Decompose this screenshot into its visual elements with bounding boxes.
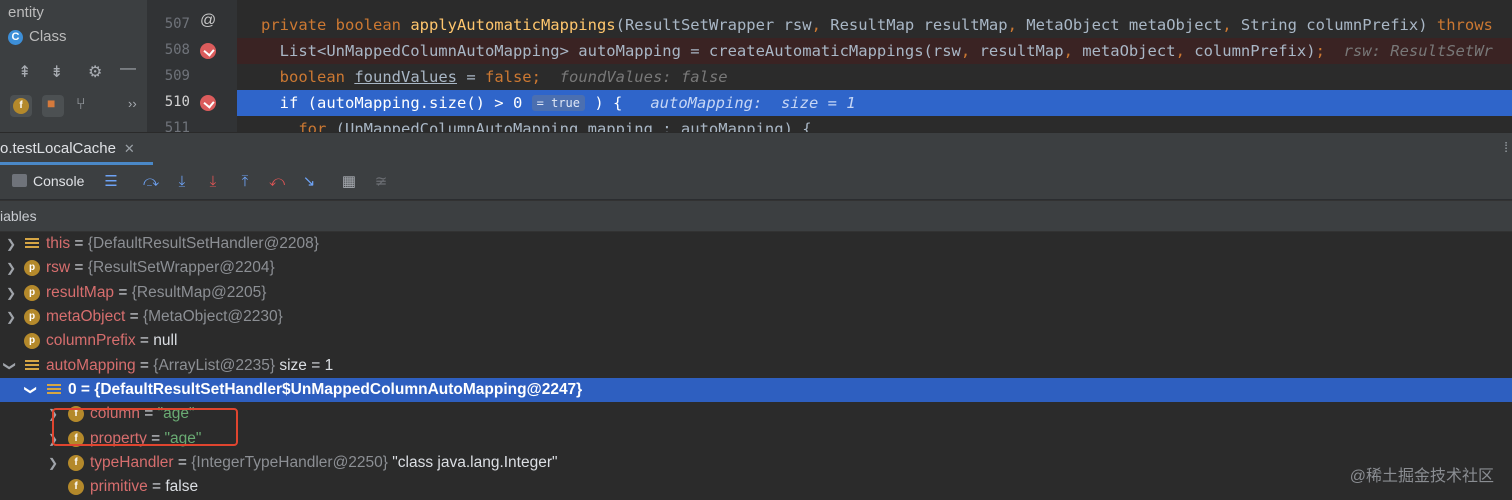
variables-tree: ❯ this = {DefaultResultSetHandler@2208} … [0,232,1512,500]
code-line-510[interactable]: if (autoMapping.size() > 0 = true ) { au… [237,90,1512,116]
inline-value-badge: = true [531,95,585,111]
class-icon: C [8,30,23,45]
project-item-entity[interactable]: entity [8,4,44,21]
variable-row-selected[interactable]: ❯ 0 = {DefaultResultSetHandler$UnMappedC… [0,378,1512,402]
variables-header: iables [0,200,1512,232]
show-execution-point-icon[interactable]: ☰ [102,173,120,191]
step-into-icon[interactable]: ⤓ [173,173,191,191]
parameter-icon: p [24,260,40,276]
chevron-down-icon[interactable]: ❯ [19,385,43,395]
variable-row[interactable]: f primitive = false [0,475,1512,499]
step-out-icon[interactable]: ⤒ [236,173,254,191]
parameter-icon: p [24,285,40,301]
chevron-right-icon[interactable]: ❯ [6,305,16,329]
lock-icon: ■ [47,95,56,111]
collapse-all-icon[interactable]: ⇟ [50,62,63,82]
show-fields-toggle[interactable]: f [10,95,32,117]
trace-icon[interactable]: ≆ [372,173,390,191]
step-over-icon[interactable]: ⤼ [142,173,160,191]
show-private-toggle[interactable]: ■ [42,95,64,117]
debug-toolbar: Console ☰ ⤼ ⤓ ⤓ ⤒ ⤺ ↘ ▦ ≆ [0,165,1512,199]
variable-row[interactable]: ❯ f typeHandler = {IntegerTypeHandler@22… [0,451,1512,475]
project-panel: entity C Class ⇞ ⇟ ⚙ — f ■ ⑂ ›› [0,0,148,132]
project-item-class[interactable]: C Class [8,28,67,45]
console-tab[interactable]: Console [12,173,84,189]
variable-row[interactable]: ❯ p metaObject = {MetaObject@2230} [0,305,1512,329]
line-number: 510 [164,94,190,110]
chevron-right-icon[interactable]: ❯ [48,451,58,475]
editor-area: entity C Class ⇞ ⇟ ⚙ — f ■ ⑂ ›› 507 @ pri… [0,0,1512,136]
code-line-507[interactable]: private boolean applyAutomaticMappings(R… [237,12,1512,38]
minimize-icon[interactable]: — [120,60,136,78]
breakpoint-icon[interactable] [200,43,216,59]
drop-frame-icon[interactable]: ⤺ [268,173,286,191]
override-icon[interactable]: @ [200,12,216,30]
chevron-right-icon[interactable]: ❯ [6,281,16,305]
expand-all-icon[interactable]: ⇞ [18,62,31,82]
breakpoint-icon[interactable] [200,95,216,111]
code-line-511[interactable]: for (UnMappedColumnAutoMapping mapping :… [237,116,1512,132]
list-icon [24,236,40,252]
field-icon: f [68,479,84,495]
variable-row[interactable]: ❯ p rsw = {ResultSetWrapper@2204} [0,256,1512,280]
variable-row[interactable]: ❯ this = {DefaultResultSetHandler@2208} [0,232,1512,256]
close-icon[interactable]: ✕ [124,141,135,156]
highlight-annotation-box [52,408,238,446]
debug-tab-bar: o.testLocalCache ✕ ⁞ [0,132,1512,166]
variable-row[interactable]: ❯ autoMapping = {ArrayList@2235} size = … [0,354,1512,378]
line-number: 508 [164,42,190,58]
more-icon[interactable]: ›› [128,96,137,111]
evaluate-expression-icon[interactable]: ▦ [340,173,358,191]
tab-overflow-icon[interactable]: ⁞ [1504,139,1508,155]
variable-row[interactable]: ❯ p resultMap = {ResultMap@2205} [0,281,1512,305]
chevron-down-icon[interactable]: ❯ [0,361,22,371]
code-line-509[interactable]: boolean foundValues = false; foundValues… [237,64,1512,90]
variable-row[interactable]: p columnPrefix = null [0,329,1512,353]
list-icon [24,358,40,374]
console-icon [12,174,27,187]
hierarchy-icon[interactable]: ⑂ [76,96,86,114]
field-icon: f [68,455,84,471]
gear-icon[interactable]: ⚙ [88,62,102,82]
parameter-icon: p [24,333,40,349]
list-icon [46,382,62,398]
debug-session-tab[interactable]: o.testLocalCache ✕ [0,133,153,165]
parameter-icon: p [24,309,40,325]
watermark: @稀土掘金技术社区 [1349,468,1494,485]
chevron-right-icon[interactable]: ❯ [6,256,16,280]
force-step-into-icon[interactable]: ⤓ [204,173,222,191]
chevron-right-icon[interactable]: ❯ [6,232,16,256]
line-number: 509 [164,68,190,84]
run-to-cursor-icon[interactable]: ↘ [300,173,318,191]
field-icon: f [13,98,29,114]
line-number: 507 [164,16,190,32]
code-line-508[interactable]: List<UnMappedColumnAutoMapping> autoMapp… [237,38,1512,64]
